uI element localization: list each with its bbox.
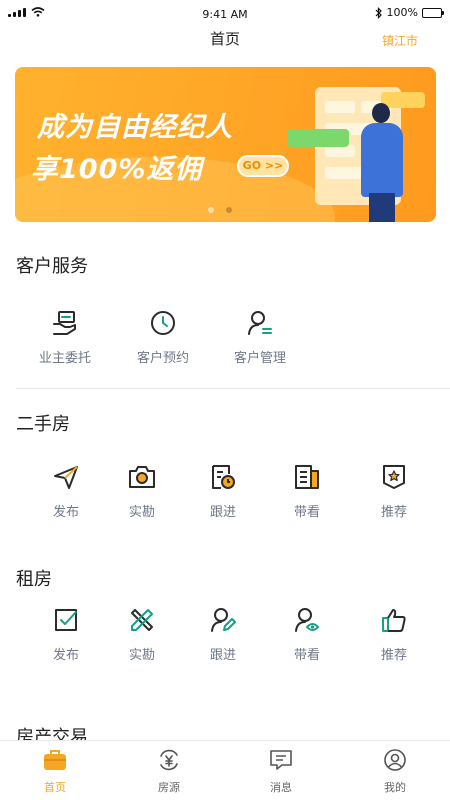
item-second-hand-followup[interactable]: 跟进 xyxy=(183,462,263,520)
battery-icon xyxy=(422,7,444,18)
bottom-tab-bar: 首页 房源 消息 我的 xyxy=(0,740,450,800)
user-eye-icon xyxy=(292,605,322,635)
person-illustration xyxy=(372,103,390,123)
section-title-property-trade: 房产交易 xyxy=(16,727,88,740)
camera-icon xyxy=(127,462,157,492)
home-briefcase-icon xyxy=(42,749,68,775)
item-rental-followup[interactable]: 跟进 xyxy=(183,605,263,663)
item-rental-survey[interactable]: 实勘 xyxy=(102,605,182,663)
banner-go-button[interactable]: GO >> xyxy=(237,155,289,177)
pencil-ruler-icon xyxy=(127,605,157,635)
user-manage-icon xyxy=(245,308,275,338)
bluetooth-icon xyxy=(375,6,382,19)
user-edit-icon xyxy=(208,605,238,635)
item-customer-appointment[interactable]: 客户预约 xyxy=(123,308,203,366)
followup-icon xyxy=(208,462,238,492)
thumbs-up-icon xyxy=(379,605,409,635)
hand-house-icon xyxy=(50,308,80,338)
item-owner-entrust[interactable]: 业主委托 xyxy=(25,308,105,366)
yen-refresh-icon xyxy=(157,749,181,775)
section-title-second-hand: 二手房 xyxy=(16,414,70,435)
carousel-dots xyxy=(208,207,232,213)
item-rental-recommend[interactable]: 推荐 xyxy=(354,605,434,663)
item-customer-management[interactable]: 客户管理 xyxy=(220,308,300,366)
section-divider xyxy=(16,388,450,389)
item-second-hand-survey[interactable]: 实勘 xyxy=(102,462,182,520)
tab-home[interactable]: 首页 xyxy=(15,749,95,795)
profile-icon xyxy=(383,749,407,775)
item-second-hand-publish[interactable]: 发布 xyxy=(26,462,106,520)
nav-bar: 首页 镇江市 xyxy=(0,24,450,54)
message-icon xyxy=(269,749,293,775)
building-icon xyxy=(292,462,322,492)
item-second-hand-viewing[interactable]: 带看 xyxy=(267,462,347,520)
tab-profile[interactable]: 我的 xyxy=(355,749,435,795)
banner-subheadline: 享100%返佣 xyxy=(31,154,203,185)
send-icon xyxy=(51,462,81,492)
star-badge-icon xyxy=(379,462,409,492)
item-second-hand-recommend[interactable]: 推荐 xyxy=(354,462,434,520)
item-rental-viewing[interactable]: 带看 xyxy=(267,605,347,663)
clock-icon xyxy=(148,308,178,338)
item-rental-publish[interactable]: 发布 xyxy=(26,605,106,663)
banner-headline: 成为自由经纪人 xyxy=(37,112,233,143)
check-box-icon xyxy=(51,605,81,635)
tab-messages[interactable]: 消息 xyxy=(241,749,321,795)
promo-banner[interactable]: 成为自由经纪人 享100%返佣 GO >> xyxy=(15,67,436,222)
section-title-rental: 租房 xyxy=(16,569,52,590)
section-title-customer-service: 客户服务 xyxy=(16,256,88,277)
tab-listings[interactable]: 房源 xyxy=(129,749,209,795)
battery-percent: 100% xyxy=(386,6,418,19)
city-selector[interactable]: 镇江市 xyxy=(382,32,418,49)
